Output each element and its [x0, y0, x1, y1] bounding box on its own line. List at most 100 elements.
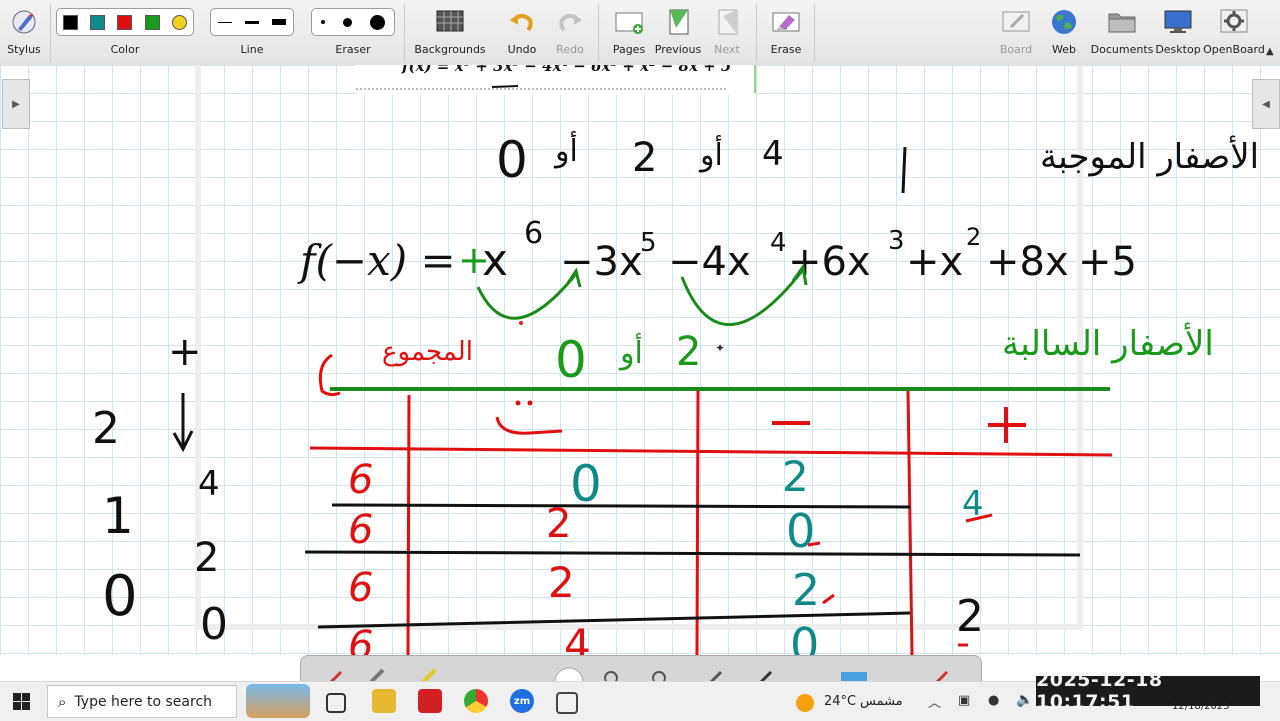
- line-thin-option[interactable]: [217, 21, 232, 23]
- side-col1-a: 2: [92, 403, 120, 454]
- previous-page-icon: [662, 6, 694, 38]
- color-swatch-green[interactable]: [144, 14, 160, 30]
- row2-total: 6: [348, 507, 373, 553]
- toolbar-separator: [404, 4, 405, 62]
- neg-term-x: x: [482, 235, 508, 286]
- toolbar-separator: [814, 4, 815, 62]
- documents-button[interactable]: Documents: [1091, 0, 1153, 65]
- add-page-icon: [613, 6, 645, 38]
- neg-exp-6: 6: [524, 216, 543, 251]
- line-tool: Line: [210, 0, 294, 65]
- side-col2-a: 4: [198, 464, 220, 504]
- desktop-button[interactable]: Desktop: [1155, 0, 1201, 65]
- zoom-icon[interactable]: zm: [510, 689, 534, 713]
- negative-count-0: 0: [555, 331, 587, 389]
- board-icon: [1000, 6, 1032, 38]
- toolbar-separator: [598, 4, 599, 62]
- eraser-tool: Eraser: [311, 0, 395, 65]
- neg-formula-lhs: f(−x) =: [297, 236, 456, 285]
- neg-exp-5: 5: [640, 228, 657, 258]
- side-col2-c: 0: [200, 599, 228, 650]
- sum-label: المجموع: [382, 337, 473, 367]
- microphone-icon[interactable]: ●: [988, 693, 999, 708]
- negative-count-2: 2: [676, 329, 701, 375]
- neg-term-4x: −4x: [668, 239, 751, 285]
- line-thick-option[interactable]: [272, 19, 287, 25]
- tray-app-icon[interactable]: ▣: [958, 693, 970, 708]
- handwriting-layer: الأصفار الموجبة 4 أو 2 أو 0 f(−x) = + x …: [92, 85, 1259, 655]
- neg-exp-2: 2: [966, 223, 981, 251]
- eraser-large-option[interactable]: [370, 14, 385, 30]
- line-width-options: [210, 8, 294, 36]
- neg-exp-4: 4: [770, 228, 787, 258]
- row2-imag: 2: [546, 501, 571, 547]
- eraser-medium-option[interactable]: [343, 17, 352, 27]
- search-icon: ⌕: [58, 692, 67, 711]
- positive-count-2: 2: [632, 135, 657, 181]
- positive-roots-label: الأصفار الموجبة: [1040, 135, 1259, 177]
- stylus-icon: [8, 6, 40, 38]
- web-button[interactable]: Web: [1044, 0, 1084, 65]
- row2-neg: 0: [786, 504, 815, 558]
- weather-sun-icon: [796, 694, 814, 712]
- line-medium-option[interactable]: [244, 20, 259, 24]
- neg-term-5: +5: [1078, 239, 1137, 285]
- redo-button[interactable]: Redo: [548, 0, 592, 65]
- row1-neg: 2: [782, 452, 809, 501]
- weather-temperature[interactable]: 24°C: [824, 694, 856, 709]
- main-toolbar: Stylus Color Line Eraser Backgrounds Und…: [0, 0, 1280, 66]
- positive-count-4: 4: [762, 134, 784, 174]
- color-swatch-yellow[interactable]: [171, 14, 187, 30]
- toolbar-overflow-icon[interactable]: ▲: [1266, 46, 1274, 57]
- weather-condition[interactable]: مشمس: [860, 694, 903, 709]
- svg-text:✦: ✦: [715, 341, 725, 355]
- taskbar-date[interactable]: 12/18/2025: [1172, 701, 1230, 712]
- row4-neg: 0: [790, 618, 819, 655]
- floating-page-toolbar[interactable]: [300, 655, 982, 682]
- backgrounds-icon: [434, 6, 466, 38]
- row3-pos: 2: [956, 591, 984, 642]
- eraser-size-options: [311, 8, 395, 36]
- color-swatch-red[interactable]: [117, 14, 133, 30]
- next-page-button[interactable]: Next: [706, 0, 748, 65]
- row1-total: 6: [348, 457, 373, 503]
- eraser-small-option[interactable]: [321, 20, 325, 24]
- search-highlight-image[interactable]: [246, 684, 310, 718]
- tray-chevron-up-icon[interactable]: ︿: [928, 692, 941, 711]
- neg-term-x2: +x: [906, 239, 963, 285]
- row4-imag: 4: [564, 620, 591, 655]
- negative-roots-label: الأصفار السالبة: [1002, 322, 1214, 364]
- openboard-taskbar-icon[interactable]: [556, 692, 578, 714]
- side-col1-b: 1: [102, 487, 134, 545]
- stylus-tool[interactable]: Stylus: [4, 0, 44, 65]
- color-swatch-teal[interactable]: [90, 14, 106, 30]
- toolbar-separator: [756, 4, 757, 62]
- board-button[interactable]: Board: [996, 0, 1036, 65]
- speaker-icon[interactable]: 🔈: [1016, 692, 1033, 708]
- color-swatch-black[interactable]: [63, 14, 79, 30]
- chrome-icon[interactable]: [464, 689, 488, 713]
- side-plus: +: [168, 329, 202, 375]
- positive-or-1: أو: [698, 134, 723, 173]
- next-page-icon: [711, 6, 743, 38]
- erase-button[interactable]: Erase: [764, 0, 808, 65]
- gear-icon: [1218, 6, 1250, 38]
- openboard-menu-button[interactable]: OpenBoard: [1203, 0, 1265, 65]
- globe-icon: [1048, 6, 1080, 38]
- previous-page-button[interactable]: Previous: [654, 0, 702, 65]
- file-explorer-icon[interactable]: [372, 689, 396, 713]
- undo-button[interactable]: Undo: [500, 0, 544, 65]
- side-col1-c: 0: [102, 564, 138, 629]
- task-view-icon[interactable]: [326, 693, 346, 713]
- monitor-icon: [1162, 6, 1194, 38]
- backgrounds-button[interactable]: Backgrounds: [414, 0, 486, 65]
- negative-or: أو: [618, 332, 643, 371]
- whiteboard-canvas[interactable]: ▶ ◀ f(x) = x⁶ + 3x⁵ − 4x⁴ − 6x³ + x² − 8…: [0, 65, 1280, 655]
- pages-button[interactable]: Pages: [606, 0, 652, 65]
- row3-imag: 2: [548, 558, 575, 607]
- neg-term-8x: +8x: [986, 239, 1069, 285]
- color-tool: Color: [56, 0, 194, 65]
- windows-start-icon[interactable]: [13, 693, 30, 714]
- taskbar-search-box[interactable]: ⌕ Type here to search: [47, 685, 237, 718]
- pdf-reader-icon[interactable]: [418, 689, 442, 713]
